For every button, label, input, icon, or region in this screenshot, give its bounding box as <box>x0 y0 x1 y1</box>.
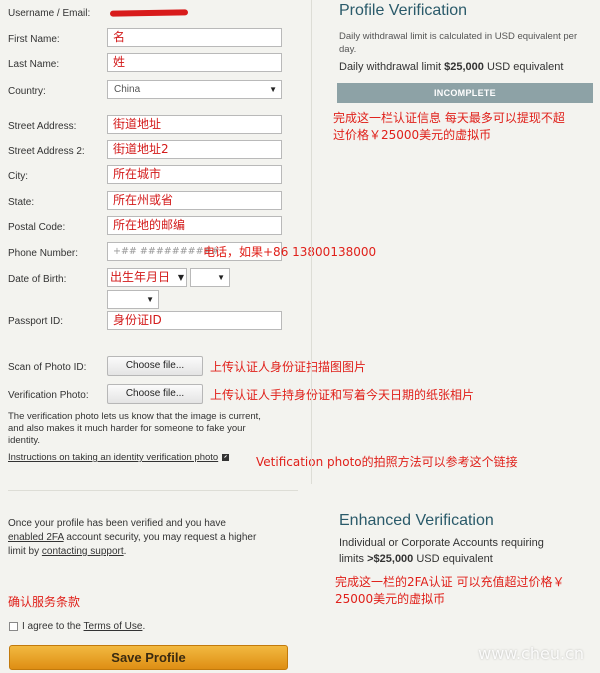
verification-choose-file-button[interactable]: Choose file... <box>107 384 203 404</box>
enhanced-note-text: limit by <box>8 546 42 557</box>
enhanced-annotation-line2: 25000美元的虚拟币 <box>335 592 446 606</box>
username-label: Username / Email: <box>8 8 91 19</box>
terms-row: I agree to the Terms of Use. <box>22 621 145 633</box>
external-link-icon[interactable] <box>222 453 230 461</box>
profile-annotation-line2: 过价格￥25000美元的虚拟币 <box>333 128 492 142</box>
dob-year-select[interactable]: ▼ <box>107 290 159 309</box>
enhanced-line1: Individual or Corporate Accounts requiri… <box>339 537 544 549</box>
instructions-link-row: Instructions on taking an identity verif… <box>8 452 230 464</box>
watermark: www.cheu.cn <box>478 644 584 663</box>
verification-sidebar: Profile Verification Daily withdrawal li… <box>325 0 600 673</box>
enhanced-note-line1: Once your profile has been verified and … <box>8 518 226 529</box>
passport-label: Passport ID: <box>8 316 64 327</box>
first-name-label: First Name: <box>8 34 60 45</box>
passport-field[interactable]: 身份证ID <box>107 311 282 330</box>
dropdown-arrow-icon: ▼ <box>177 273 184 282</box>
enhanced-note-line3: limit by contacting support. <box>8 545 256 559</box>
verification-label: Verification Photo: <box>8 390 89 401</box>
enhanced-note-line2: enabled 2FA account security, you may re… <box>8 531 256 545</box>
profile-verification-limit: Daily withdrawal limit $25,000 USD equiv… <box>339 61 563 73</box>
limit-amount: $25,000 <box>444 61 484 73</box>
state-label: State: <box>8 197 35 208</box>
enhanced-note-text: . <box>123 546 127 557</box>
street2-label: Street Address 2: <box>8 146 85 157</box>
instructions-link[interactable]: Instructions on taking an identity verif… <box>8 452 218 463</box>
column-divider <box>311 0 312 484</box>
terms-text: . <box>142 621 146 632</box>
enable-2fa-link[interactable]: enabled 2FA <box>8 532 64 543</box>
street1-field[interactable]: 街道地址 <box>107 115 282 134</box>
scan-choose-file-button[interactable]: Choose file... <box>107 356 203 376</box>
country-value: China <box>114 84 141 95</box>
terms-annotation: 确认服务条款 <box>8 595 81 609</box>
scan-label: Scan of Photo ID: <box>8 362 87 373</box>
terms-checkbox[interactable] <box>9 622 18 631</box>
dob-day-select[interactable]: 出生年月日 ▼ <box>107 268 187 287</box>
last-name-field[interactable]: 姓 <box>107 53 282 72</box>
dropdown-arrow-icon: ▼ <box>217 273 225 282</box>
enhanced-line2: limits >$25,000 USD equivalent <box>339 553 493 565</box>
country-label: Country: <box>8 86 46 97</box>
state-field[interactable]: 所在州或省 <box>107 191 282 210</box>
section-divider <box>8 490 298 491</box>
enhanced-text: limits <box>339 553 368 565</box>
enhanced-amount: >$25,000 <box>367 553 414 565</box>
terms-of-use-link[interactable]: Terms of Use <box>84 621 143 632</box>
dropdown-arrow-icon: ▼ <box>269 85 277 94</box>
city-field[interactable]: 所在城市 <box>107 165 282 184</box>
phone-label: Phone Number: <box>8 248 79 259</box>
dob-month-select[interactable]: ▼ <box>190 268 230 287</box>
profile-verification-desc: Daily withdrawal limit is calculated in … <box>339 31 578 55</box>
dob-value: 出生年月日 <box>110 270 171 284</box>
last-name-label: Last Name: <box>8 59 60 70</box>
dropdown-arrow-icon: ▼ <box>146 295 154 304</box>
enhanced-text: USD equivalent <box>413 553 493 565</box>
contact-support-link[interactable]: contacting support <box>42 546 124 557</box>
save-profile-button[interactable]: Save Profile <box>9 645 288 670</box>
profile-annotation-line1: 完成这一栏认证信息 每天最多可以提现不超 <box>333 111 565 125</box>
country-select[interactable]: China ▼ <box>107 80 282 99</box>
dob-label: Date of Birth: <box>8 274 67 285</box>
limit-text: USD equivalent <box>483 61 564 73</box>
enhanced-note: Once your profile has been verified and … <box>8 517 256 559</box>
postal-field[interactable]: 所在地的邮编 <box>107 216 282 235</box>
city-label: City: <box>8 171 28 182</box>
enhanced-verification-title: Enhanced Verification <box>339 512 494 529</box>
redacted-username <box>109 9 189 17</box>
status-badge: INCOMPLETE <box>337 83 593 103</box>
profile-verification-title: Profile Verification <box>339 2 468 19</box>
first-name-field[interactable]: 名 <box>107 28 282 47</box>
verification-note: The verification photo lets us know that… <box>8 411 261 446</box>
postal-label: Postal Code: <box>8 222 66 233</box>
street1-label: Street Address: <box>8 121 77 132</box>
profile-form: Username / Email: First Name: 名 Last Nam… <box>0 0 518 673</box>
terms-text: I agree to the <box>22 621 84 632</box>
street2-field[interactable]: 街道地址2 <box>107 140 282 159</box>
enhanced-annotation-line1: 完成这一栏的2FA认证 可以充值超过价格￥ <box>335 575 565 589</box>
limit-text: Daily withdrawal limit <box>339 61 445 73</box>
enhanced-note-text: account security, you may request a high… <box>63 532 257 543</box>
